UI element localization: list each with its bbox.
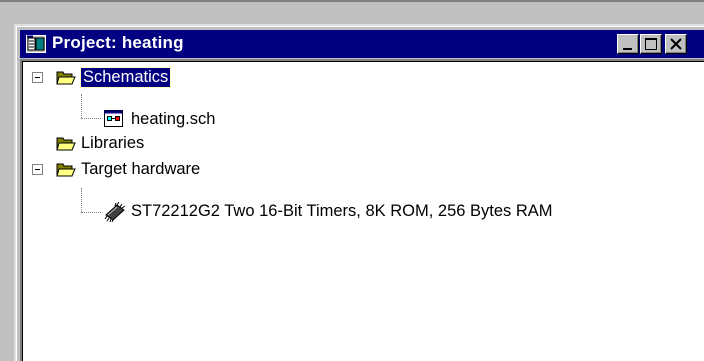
project-icon[interactable] [26, 35, 46, 53]
minus-icon [35, 169, 40, 170]
parent-frame-edge [0, 0, 704, 2]
window-title: Project: heating [52, 33, 184, 52]
collapse-toggle[interactable] [32, 164, 43, 175]
tree-item-label: Target hardware [81, 160, 201, 178]
tree-item-label: Libraries [81, 134, 145, 152]
chip-icon [103, 201, 127, 227]
maximize-button[interactable] [640, 34, 662, 54]
tree-item-libraries[interactable]: Libraries [23, 132, 323, 156]
minimize-icon [623, 48, 632, 50]
tree-item-schematics[interactable]: Schematics [23, 66, 323, 90]
project-window[interactable]: Project: heating Schematics heating.sch … [14, 24, 704, 361]
close-icon [670, 38, 682, 50]
folder-open-icon [56, 69, 76, 92]
tree-content: Schematics heating.sch Libraries Target … [22, 61, 704, 361]
schematic-file-icon [104, 110, 124, 133]
tree-item-heating-sch[interactable]: heating.sch [23, 108, 323, 132]
maximize-icon [645, 38, 657, 50]
tree-item-label: Schematics [79, 67, 172, 88]
project-tree[interactable]: Schematics heating.sch Libraries Target … [20, 59, 704, 361]
minimize-button[interactable] [617, 34, 639, 54]
tree-item-st72212g2[interactable]: ST72212G2 Two 16-Bit Timers, 8K ROM, 256… [23, 200, 683, 224]
close-button[interactable] [665, 34, 687, 54]
project-window-frame: Project: heating Schematics heating.sch … [16, 26, 704, 361]
tree-item-label: heating.sch [131, 110, 216, 128]
title-bar[interactable]: Project: heating [20, 30, 704, 58]
tree-item-target-hardware[interactable]: Target hardware [23, 158, 343, 182]
folder-open-icon [56, 135, 76, 158]
folder-open-icon [56, 161, 76, 184]
collapse-toggle[interactable] [32, 72, 43, 83]
minus-icon [35, 77, 40, 78]
tree-item-label: ST72212G2 Two 16-Bit Timers, 8K ROM, 256… [131, 202, 553, 220]
